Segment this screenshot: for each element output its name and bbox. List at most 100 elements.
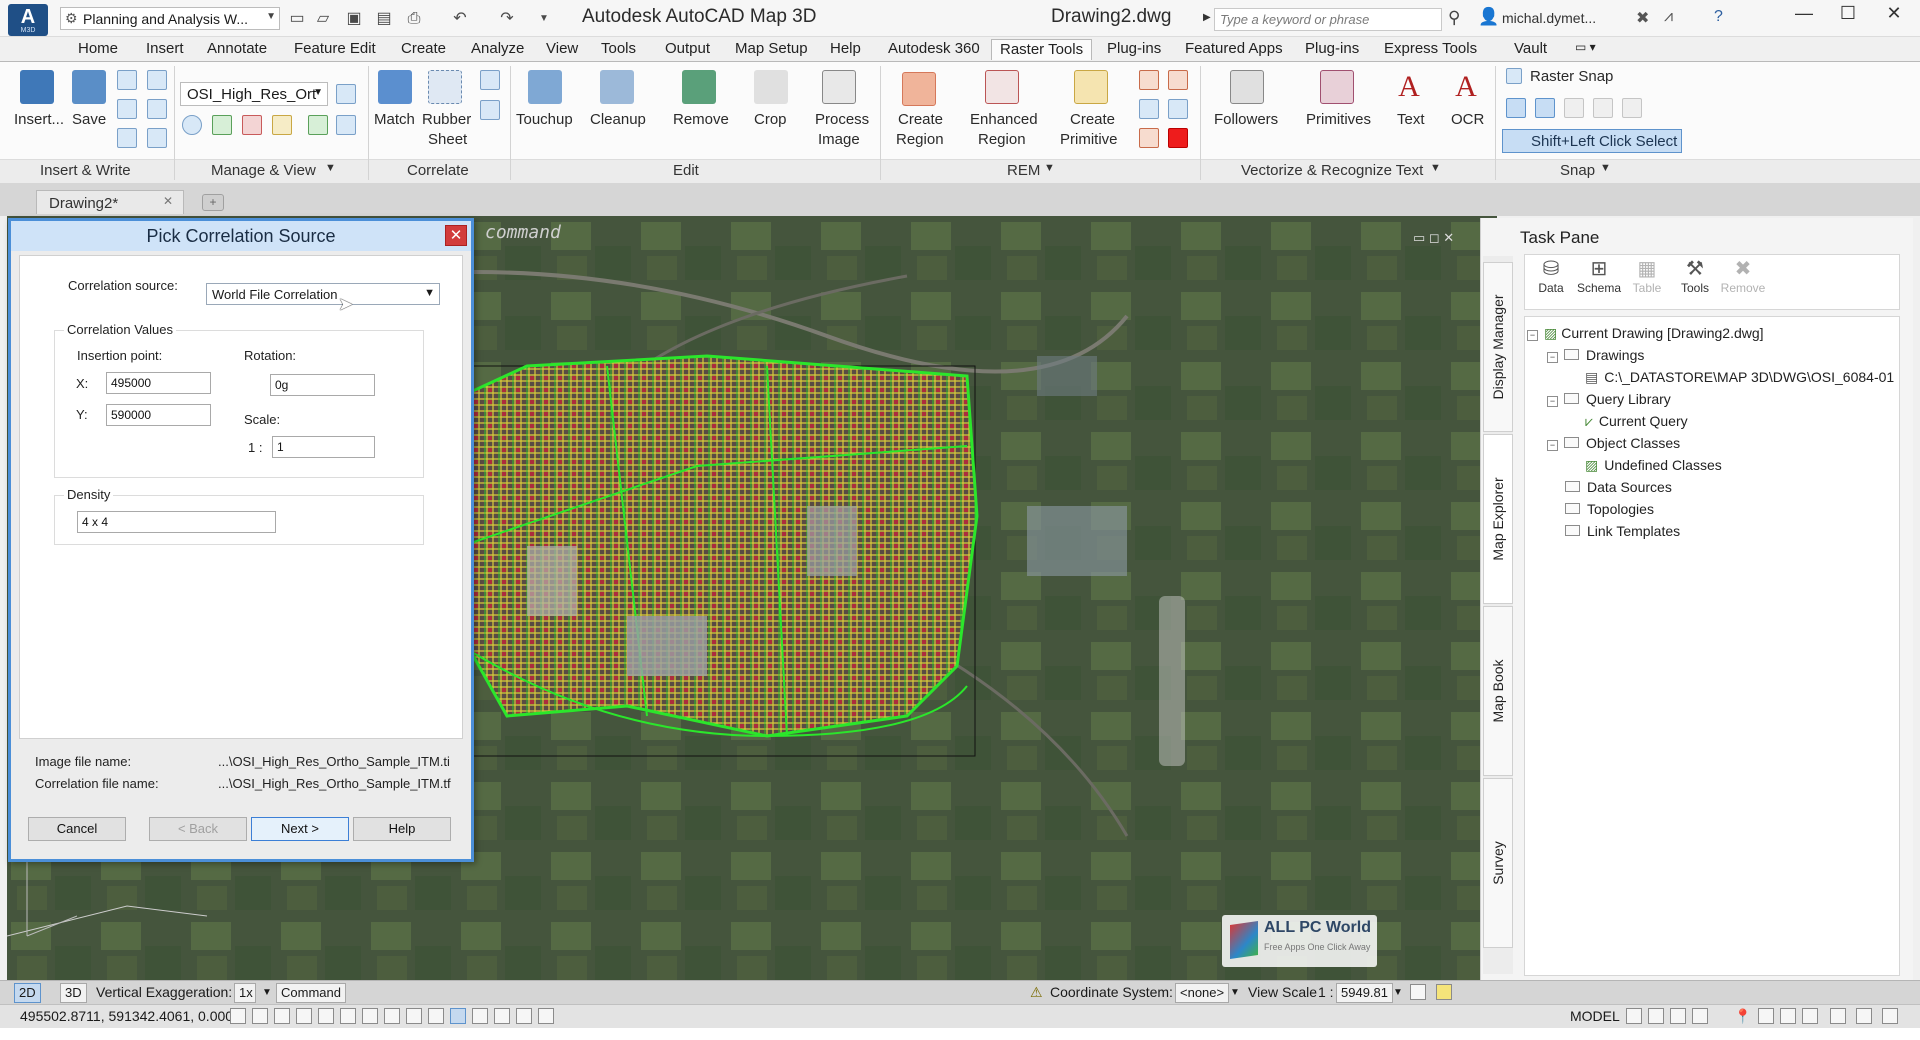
image-write-icon[interactable]	[117, 128, 137, 148]
tab-view[interactable]: View	[538, 39, 586, 60]
enhanced-region-label-2[interactable]: Region	[978, 131, 1026, 149]
create-primitive-label-1[interactable]: Create	[1070, 111, 1115, 129]
otrack-icon[interactable]	[384, 1008, 400, 1024]
ducs-icon[interactable]	[406, 1008, 422, 1024]
panel-title-rem[interactable]: REM	[1007, 162, 1040, 179]
new-tab-button[interactable]: +	[202, 194, 224, 211]
chevron-down-icon[interactable]: ▼	[1044, 162, 1055, 174]
command-toggle[interactable]: Command	[276, 983, 346, 1003]
match-icon[interactable]	[378, 70, 412, 104]
3d-osnap-icon[interactable]	[362, 1008, 378, 1024]
tab-insert[interactable]: Insert	[138, 39, 192, 60]
lock-icon[interactable]	[1410, 984, 1426, 1000]
panel-title-insert-write[interactable]: Insert & Write	[40, 162, 131, 179]
chevron-down-icon[interactable]: ▼	[1430, 162, 1441, 174]
image-frame-icon[interactable]	[147, 70, 167, 90]
process-image-icon[interactable]	[822, 70, 856, 104]
user-name[interactable]: michal.dymet...	[1502, 10, 1596, 26]
dynamic-input-icon[interactable]	[428, 1008, 444, 1024]
image-export-icon[interactable]	[147, 128, 167, 148]
enhanced-region-icon[interactable]	[985, 70, 1019, 104]
image-detach-icon[interactable]	[117, 99, 137, 119]
collapse-icon[interactable]: −	[1547, 440, 1558, 451]
hardware-accel-icon[interactable]	[1830, 1008, 1846, 1024]
tab-express-tools[interactable]: Express Tools	[1376, 39, 1485, 60]
back-button[interactable]: < Back	[149, 817, 247, 841]
mode-2d-toggle[interactable]: 2D	[14, 983, 41, 1003]
process-image-label-1[interactable]: Process	[815, 111, 869, 129]
image-reload-icon[interactable]	[147, 99, 167, 119]
shift-left-click-select-toggle[interactable]: Shift+Left Click Select	[1502, 129, 1682, 153]
create-region-label-1[interactable]: Create	[898, 111, 943, 129]
collapse-icon[interactable]: −	[1527, 330, 1538, 341]
chevron-down-icon[interactable]: ▼	[1230, 987, 1240, 998]
clean-screen-icon[interactable]	[1882, 1008, 1898, 1024]
tab-plug-ins-2[interactable]: Plug-ins	[1297, 39, 1367, 60]
tab-analyze[interactable]: Analyze	[463, 39, 532, 60]
snap-mode-3-icon[interactable]	[1564, 98, 1584, 118]
tab-help[interactable]: Help	[822, 39, 869, 60]
image-manager-icon[interactable]	[117, 70, 137, 90]
cleanup-icon[interactable]	[600, 70, 634, 104]
quick-properties-icon[interactable]	[494, 1008, 510, 1024]
collapse-icon[interactable]: −	[1547, 396, 1558, 407]
selection-cycling-icon[interactable]	[516, 1008, 532, 1024]
maximize-button[interactable]: ☐	[1826, 2, 1870, 28]
tree-item-drawings[interactable]: − Drawings	[1547, 347, 1644, 363]
annotation-monitor-icon[interactable]	[538, 1008, 554, 1024]
annotation-scale-icon[interactable]	[1758, 1008, 1774, 1024]
rem-option-1-icon[interactable]	[1139, 70, 1159, 90]
model-layout-icon[interactable]	[1626, 1008, 1642, 1024]
image-order-icon[interactable]	[336, 115, 356, 135]
infer-constraints-icon[interactable]	[230, 1008, 246, 1024]
rem-option-4-icon[interactable]	[1168, 99, 1188, 119]
redo-icon[interactable]: ↷	[496, 8, 518, 30]
touchup-icon[interactable]	[528, 70, 562, 104]
print-icon[interactable]: ⎙	[403, 8, 425, 30]
tab-featured-apps[interactable]: Featured Apps	[1177, 39, 1291, 60]
close-tab-icon[interactable]: ✕	[163, 194, 173, 208]
chevron-down-icon[interactable]: ▼	[262, 987, 272, 998]
cancel-button[interactable]: Cancel	[28, 817, 126, 841]
toolbar-lock-icon[interactable]	[1802, 1008, 1818, 1024]
tree-item-data-sources[interactable]: Data Sources	[1565, 479, 1672, 495]
tab-map-setup[interactable]: Map Setup	[727, 39, 816, 60]
quick-view-drawings-icon[interactable]	[1692, 1008, 1708, 1024]
rem-option-3-icon[interactable]	[1139, 99, 1159, 119]
next-button[interactable]: Next >	[251, 817, 349, 841]
coordinate-system-value[interactable]: <none>	[1175, 983, 1230, 1003]
tree-item-object-classes[interactable]: − Object Classes	[1547, 435, 1680, 451]
snap-mode-1-icon[interactable]	[1506, 98, 1526, 118]
rubber-sheet-label-2[interactable]: Sheet	[428, 131, 467, 149]
a360-icon[interactable]: ⩘	[1664, 8, 1673, 26]
lightbulb-icon[interactable]	[1436, 984, 1452, 1000]
panel-title-snap[interactable]: Snap	[1560, 162, 1595, 179]
tab-display-manager[interactable]: Display Manager	[1483, 262, 1513, 432]
ocr-icon[interactable]: A	[1449, 70, 1483, 104]
object-snap-icon[interactable]	[340, 1008, 356, 1024]
tab-map-explorer[interactable]: Map Explorer	[1483, 434, 1513, 604]
new-file-icon[interactable]: ▭	[286, 8, 308, 30]
primitives-button[interactable]: Primitives	[1306, 111, 1371, 129]
user-icon[interactable]: 👤	[1478, 7, 1499, 27]
rubber-sheet-label-1[interactable]: Rubber	[422, 111, 471, 129]
minimize-button[interactable]: —	[1782, 2, 1826, 28]
grid-display-icon[interactable]	[274, 1008, 290, 1024]
snap-mode-4-icon[interactable]	[1593, 98, 1613, 118]
create-region-label-2[interactable]: Region	[896, 131, 944, 149]
save-image-icon[interactable]	[72, 70, 106, 104]
panel-title-vectorize[interactable]: Vectorize & Recognize Text	[1241, 162, 1423, 179]
followers-icon[interactable]	[1230, 70, 1264, 104]
tab-survey[interactable]: Survey	[1483, 778, 1513, 948]
create-primitive-label-2[interactable]: Primitive	[1060, 131, 1118, 149]
app-logo[interactable]: A M3D	[8, 4, 48, 36]
panel-title-edit[interactable]: Edit	[673, 162, 699, 179]
mode-3d-toggle[interactable]: 3D	[60, 983, 87, 1003]
workspace-switch-icon[interactable]	[1780, 1008, 1796, 1024]
scale-input[interactable]: 1	[272, 436, 375, 458]
transparency-icon[interactable]	[308, 115, 328, 135]
tab-map-book[interactable]: Map Book	[1483, 606, 1513, 776]
help-search-input[interactable]: Type a keyword or phrase	[1214, 8, 1442, 31]
ribbon-options-icon[interactable]: ▭ ▾	[1567, 39, 1604, 60]
tab-feature-edit[interactable]: Feature Edit	[286, 39, 384, 60]
